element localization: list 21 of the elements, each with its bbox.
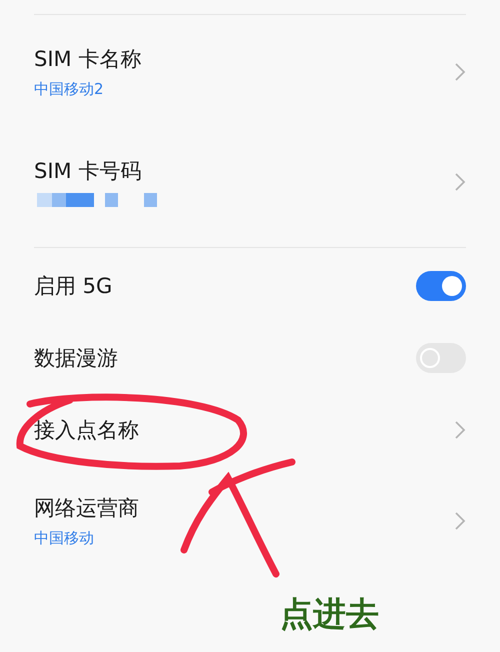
settings-row[interactable]: SIM 卡名称 中国移动2 [0, 17, 500, 127]
toggle-switch[interactable] [416, 343, 466, 373]
chevron-right-icon [454, 62, 466, 82]
settings-row[interactable]: 启用 5G [0, 250, 500, 322]
chevron-right-icon [454, 172, 466, 192]
row-title: SIM 卡名称 [34, 46, 142, 73]
row-title: 接入点名称 [34, 417, 139, 444]
annotation-text: 点进去 [280, 594, 379, 634]
toggle-switch[interactable] [416, 271, 466, 301]
chevron-right-icon [454, 511, 466, 531]
chevron-right-icon [454, 420, 466, 440]
settings-row[interactable]: SIM 卡号码 [0, 127, 500, 237]
row-title: 网络运营商 [34, 495, 139, 522]
row-title: SIM 卡号码 [34, 158, 142, 185]
row-title: 启用 5G [34, 273, 112, 300]
settings-row[interactable]: 接入点名称 [0, 394, 500, 466]
row-title: 数据漫游 [34, 345, 118, 372]
row-subtitle: 中国移动2 [34, 79, 105, 99]
row-subtitle: 中国移动 [34, 528, 95, 548]
settings-row[interactable]: 数据漫游 [0, 322, 500, 394]
settings-row[interactable]: 网络运营商 中国移动 [0, 466, 500, 576]
